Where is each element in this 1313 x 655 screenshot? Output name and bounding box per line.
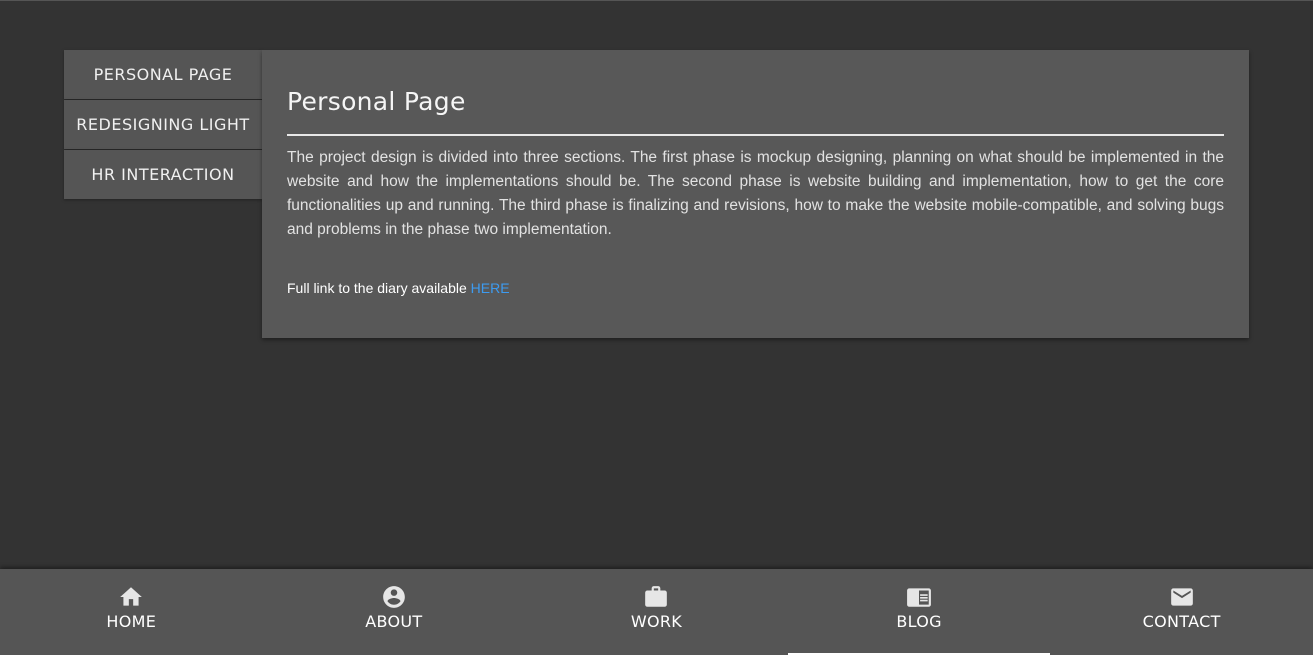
nav-blog-label: BLOG: [896, 612, 942, 631]
nav-about-label: ABOUT: [365, 612, 423, 631]
mail-icon: [1170, 588, 1193, 606]
briefcase-icon: [645, 586, 668, 607]
project-description: The project design is divided into three…: [287, 149, 1224, 238]
side-tab-hr-interaction[interactable]: HR INTERACTION: [64, 150, 262, 199]
nav-home-label: HOME: [106, 612, 157, 631]
content-card: Personal Page The project design is divi…: [262, 50, 1249, 338]
nav-contact-label: CONTACT: [1142, 612, 1221, 631]
nav-home[interactable]: HOME: [0, 569, 263, 655]
nav-contact[interactable]: CONTACT: [1050, 569, 1313, 655]
title-divider: [287, 134, 1224, 136]
nav-work-label: WORK: [630, 612, 683, 631]
nav-work[interactable]: WORK: [525, 569, 788, 655]
bottom-navigation: HOME ABOUT WORK BLOG CONTACT: [0, 569, 1313, 655]
diary-link[interactable]: HERE: [471, 280, 510, 296]
chrome-reader-mode-icon: [907, 588, 931, 607]
nav-about[interactable]: ABOUT: [263, 569, 526, 655]
diary-link-line: Full link to the diary available HERE: [287, 280, 1224, 296]
diary-link-prefix: Full link to the diary available: [287, 280, 471, 296]
nav-blog[interactable]: BLOG: [787, 569, 1051, 655]
home-icon: [120, 587, 143, 606]
page-title: Personal Page: [287, 87, 466, 116]
account-circle-icon: [383, 586, 405, 608]
side-tab-list: PERSONAL PAGE REDESIGNING LIGHT HR INTER…: [64, 50, 262, 199]
side-tab-redesigning-light[interactable]: REDESIGNING LIGHT: [64, 100, 262, 149]
side-tab-personal-page[interactable]: PERSONAL PAGE: [64, 50, 262, 99]
